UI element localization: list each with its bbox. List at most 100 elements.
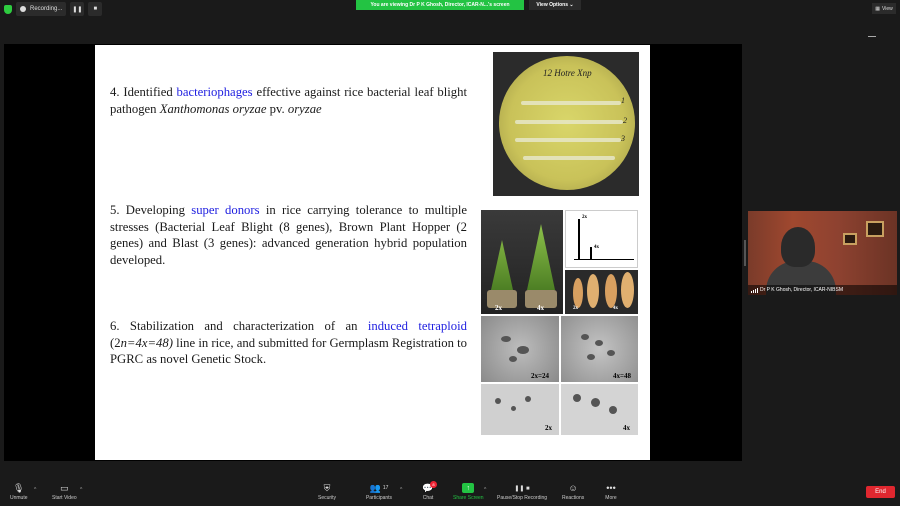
plaque-streak-4 (523, 156, 615, 160)
seed-label-4x: 4x (613, 306, 618, 311)
chromosome-blob (509, 356, 517, 362)
p6-prefix: 6. Stabilization and characterization of… (110, 319, 368, 333)
pollen-blob (495, 398, 501, 404)
security-label: Security (318, 495, 337, 501)
pause-recording-toolbar-button[interactable]: ❚❚ ■ Pause/Stop Recording (497, 483, 548, 502)
stop-icon: ■ (93, 6, 98, 12)
flow-peak-4x (590, 247, 592, 259)
plaque-streak-2 (515, 120, 623, 124)
view-options-label: View Options (536, 2, 568, 8)
chromosome-blob (595, 340, 603, 346)
petri-label-3: 3 (621, 134, 625, 143)
seed-2x (573, 278, 583, 308)
chromosome-label-2x: 2x=24 (531, 372, 549, 380)
rice-seeds-photo: 2x 4x (565, 270, 638, 314)
plant-label-2x: 2x (495, 304, 502, 312)
recording-controls: Recording... ❚❚ ■ (4, 2, 103, 16)
pause-recording-button[interactable]: ❚❚ (70, 2, 85, 16)
pollen-4x-photo: 4x (561, 384, 638, 435)
more-label: More (605, 495, 617, 501)
pause-recording-label: Pause/Stop Recording (497, 495, 548, 501)
pause-icon: ❚❚ (72, 6, 83, 13)
security-button[interactable]: ⛨ Security (318, 483, 337, 502)
participants-button[interactable]: 👥 17 Participants (364, 483, 394, 502)
participants-count: 17 (382, 485, 389, 491)
seed-4x (605, 274, 617, 308)
flow-peak-2x (578, 219, 580, 259)
chat-badge: 8 (430, 481, 437, 488)
start-video-button[interactable]: ▭ Start Video (52, 482, 77, 502)
video-options-caret[interactable]: ^ (80, 487, 82, 493)
chromosome-label-4x: 4x=48 (613, 372, 631, 380)
wall-frame (866, 221, 884, 237)
plaque-streak-3 (515, 138, 621, 142)
chromosome-4x-photo: 4x=48 (561, 316, 638, 382)
more-button[interactable]: ••• More (605, 483, 617, 501)
recording-indicator[interactable]: Recording... (16, 2, 67, 16)
signal-bars-icon (751, 287, 758, 293)
view-button-label: View (881, 5, 893, 12)
p4-italic-2: oryzae (287, 101, 322, 116)
plaque-streak-1 (521, 101, 621, 105)
unmute-label: Unmute (10, 495, 28, 501)
chromosome-2x-photo: 2x=24 (481, 316, 559, 382)
view-button[interactable]: ▦ View (872, 3, 896, 14)
participant-head (781, 227, 815, 267)
pollen-blob (511, 406, 516, 411)
chromosome-blob (501, 336, 511, 342)
participants-caret[interactable]: ^ (400, 487, 402, 493)
share-screen-label: Share Screen (453, 495, 484, 501)
share-screen-button[interactable]: ↑ Share Screen (453, 483, 484, 501)
petri-label-1: 1 (621, 96, 625, 105)
seed-4x-b (621, 272, 634, 308)
unmute-button[interactable]: 🎙 Unmute (10, 483, 28, 502)
pause-stop-icon: ❚❚ ■ (514, 485, 530, 492)
petri-dish-photo: 12 Hotre Xnp 1 2 3 (493, 52, 639, 196)
reactions-button[interactable]: ☺ Reactions (562, 483, 584, 501)
plant-2x (491, 240, 513, 290)
share-options-caret[interactable]: ^ (484, 487, 486, 493)
pollen-2x-photo: 2x (481, 384, 559, 435)
pollen-blob (525, 396, 531, 402)
grid-icon: ▦ (875, 5, 880, 12)
chat-label: Chat (422, 495, 434, 501)
reactions-label: Reactions (562, 495, 585, 501)
p4-prefix: 4. Identified (110, 85, 177, 99)
pot-2x (487, 290, 517, 308)
p4-highlight: bacteriophages (176, 85, 253, 99)
presentation-slide: 4. Identified bacteriophages effective a… (95, 45, 650, 460)
flow-axis (574, 259, 634, 260)
p6-italic: n=4x=48) (120, 335, 173, 350)
chromosome-blob (587, 354, 595, 360)
audio-options-caret[interactable]: ^ (34, 487, 36, 493)
smiley-icon: ☺ (568, 483, 578, 493)
tetraploid-image-grid: 2x 4x 2x 4x 2x 4x 2x=24 4x=48 2x 4x (481, 210, 638, 435)
share-screen-icon: ↑ (462, 483, 475, 493)
petri-dish: 12 Hotre Xnp 1 2 3 (499, 56, 635, 190)
minimize-icon[interactable] (868, 36, 876, 37)
plant-label-4x: 4x (537, 304, 544, 312)
seed-2x-b (587, 274, 599, 308)
slide-point-6: 6. Stabilization and characterization of… (110, 318, 467, 368)
start-video-label: Start Video (52, 495, 77, 501)
recording-label: Recording... (30, 6, 63, 12)
chromosome-blob (581, 334, 589, 340)
participant-video[interactable]: Dr P K Ghosh, Director, ICAR-NIBSM (748, 211, 897, 295)
more-dots-icon: ••• (606, 483, 616, 493)
flow-cytometry-chart: 2x 4x (565, 210, 638, 268)
end-meeting-button[interactable]: End (866, 486, 895, 498)
wall-frame-2 (843, 233, 857, 245)
p6-highlight: induced tetraploid (367, 319, 467, 333)
record-dot-icon (20, 6, 26, 12)
p4-italic-1: Xanthomonas oryzae (159, 101, 267, 116)
petri-label-main: 12 Hotre Xnp (543, 68, 592, 78)
petri-label-2: 2 (623, 116, 627, 125)
video-off-icon: ▭ (60, 482, 69, 493)
stop-recording-button[interactable]: ■ (88, 2, 103, 16)
view-options-button[interactable]: View Options ⌄ (529, 0, 581, 10)
panel-resize-handle[interactable] (744, 240, 746, 266)
chromosome-blob (607, 350, 615, 356)
p6-open: (2 (110, 335, 121, 350)
flow-label-2x: 2x (582, 215, 587, 220)
chevron-down-icon: ⌄ (568, 2, 574, 8)
